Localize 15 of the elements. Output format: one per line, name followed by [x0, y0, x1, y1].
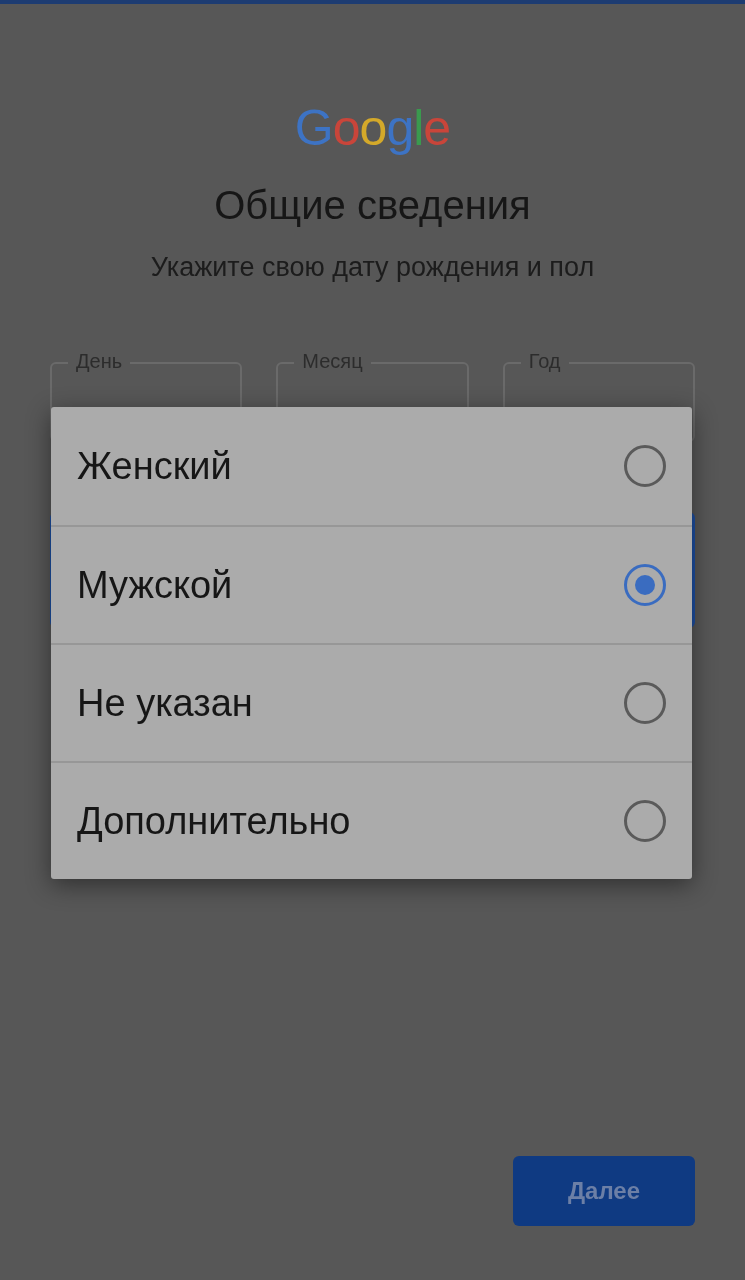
gender-option[interactable]: Дополнительно — [51, 761, 692, 879]
option-label: Мужской — [77, 562, 233, 608]
page-title: Общие сведения — [214, 182, 531, 229]
gender-option[interactable]: Не указан — [51, 643, 692, 761]
radio-button[interactable] — [624, 682, 666, 724]
logo: Google — [294, 99, 451, 158]
page-subtitle: Укажите свою дату рождения и пол — [150, 251, 595, 284]
gender-option[interactable]: Женский — [51, 407, 692, 525]
option-label: Женский — [77, 443, 232, 489]
gender-option[interactable]: Мужской — [51, 525, 692, 643]
option-label: Дополнительно — [77, 798, 351, 844]
radio-button[interactable] — [624, 800, 666, 842]
radio-button[interactable] — [624, 564, 666, 606]
option-label: Не указан — [77, 680, 253, 726]
radio-button[interactable] — [624, 445, 666, 487]
